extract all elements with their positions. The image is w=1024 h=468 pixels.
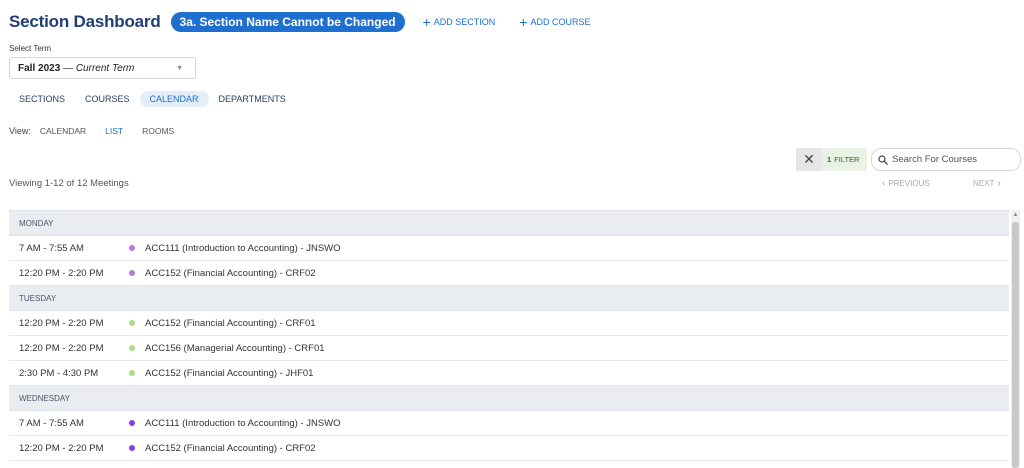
next-label: NEXT — [973, 179, 995, 188]
tab-sections[interactable]: SECTIONS — [9, 91, 75, 107]
meeting-time: 7 AM - 7:55 AM — [19, 242, 84, 254]
add-course-button[interactable]: + ADD COURSE — [519, 14, 591, 30]
color-dot-icon — [129, 445, 135, 451]
chevron-left-icon: ‹ — [882, 178, 886, 189]
meeting-row[interactable]: 12:20 PM - 2:20 PM ACC152 (Financial Acco… — [9, 311, 1009, 336]
day-header: TUESDAY — [9, 286, 1009, 311]
plus-icon: + — [422, 14, 431, 30]
meeting-course[interactable]: ACC152 (Financial Accounting) - CRF02 — [145, 268, 316, 279]
term-select[interactable]: Fall 2023 — Current Term ▼ — [9, 57, 196, 79]
meeting-row[interactable]: 12:20 PM - 2:20 PM ACC156 (Managerial Acc… — [9, 336, 1009, 361]
meeting-course[interactable]: ACC152 (Financial Accounting) - CRF02 — [145, 443, 316, 454]
term-current-suffix: — Current Term — [63, 62, 135, 74]
filter-label: 1 FILTER — [822, 155, 859, 164]
meeting-course[interactable]: ACC111 (Introduction to Accounting) - JN… — [145, 243, 341, 254]
term-selected-value: Fall 2023 — Current Term — [18, 63, 134, 74]
scroll-thumb[interactable] — [1012, 222, 1019, 468]
meeting-row[interactable]: 12:20 PM - 2:20 PM ACC152 (Financial Acco… — [9, 436, 1009, 461]
view-switcher: View: CALENDAR LIST ROOMS — [9, 125, 193, 137]
search-box[interactable] — [871, 148, 1021, 171]
meeting-course[interactable]: ACC111 (Introduction to Accounting) - JN… — [145, 418, 341, 429]
day-header: WEDNESDAY — [9, 386, 1009, 411]
chevron-right-icon: › — [997, 178, 1001, 189]
meeting-time: 12:20 PM - 2:20 PM — [19, 267, 104, 279]
tab-courses[interactable]: COURSES — [75, 91, 140, 107]
color-dot-icon — [129, 270, 135, 276]
meeting-row[interactable]: 12:20 PM - 2:20 PM ACC152 (Financial Acco… — [9, 261, 1009, 286]
search-icon — [878, 154, 888, 165]
meeting-time: 7 AM - 7:55 AM — [19, 417, 84, 429]
chevron-down-icon: ▼ — [176, 64, 183, 72]
page-header: Section Dashboard 3a. Section Name Canno… — [9, 10, 590, 34]
meeting-row[interactable]: 7 AM - 7:55 AM ACC111 (Introduction to Ac… — [9, 236, 1009, 261]
meeting-row[interactable]: 7 AM - 7:55 AM ACC111 (Introduction to Ac… — [9, 411, 1009, 436]
meeting-row[interactable]: 2:30 PM - 4:30 PM ACC152 (Financial Accou… — [9, 361, 1009, 386]
color-dot-icon — [129, 420, 135, 426]
meeting-course[interactable]: ACC152 (Financial Accounting) - CRF01 — [145, 318, 316, 329]
close-icon[interactable]: ✕ — [796, 148, 822, 171]
main-tabs: SECTIONS COURSES CALENDAR DEPARTMENTS — [9, 90, 296, 108]
add-course-label: ADD COURSE — [530, 17, 591, 27]
section-name-badge: 3a. Section Name Cannot be Changed — [170, 12, 405, 32]
meeting-time: 12:20 PM - 2:20 PM — [19, 317, 104, 329]
add-section-label: ADD SECTION — [433, 17, 496, 27]
view-option-rooms[interactable]: ROOMS — [142, 126, 174, 136]
next-page-button[interactable]: NEXT › — [973, 178, 1004, 189]
color-dot-icon — [129, 370, 135, 376]
add-section-button[interactable]: + ADD SECTION — [422, 14, 496, 30]
meeting-course[interactable]: ACC152 (Financial Accounting) - JHF01 — [145, 368, 313, 379]
filter-text: FILTER — [834, 155, 860, 164]
select-term-label: Select Term — [9, 44, 52, 53]
meeting-time: 12:20 PM - 2:20 PM — [19, 342, 104, 354]
meeting-time: 2:30 PM - 4:30 PM — [19, 367, 99, 379]
tab-calendar[interactable]: CALENDAR — [139, 91, 209, 107]
tab-departments[interactable]: DEPARTMENTS — [209, 91, 296, 107]
meeting-course[interactable]: ACC156 (Managerial Accounting) - CRF01 — [145, 343, 325, 354]
day-header: MONDAY — [9, 211, 1009, 236]
viewing-count: Viewing 1-12 of 12 Meetings — [9, 178, 129, 189]
search-input[interactable] — [892, 154, 1012, 165]
view-option-calendar[interactable]: CALENDAR — [40, 126, 86, 136]
term-name: Fall 2023 — [18, 62, 61, 74]
meeting-time: 12:20 PM - 2:20 PM — [19, 442, 104, 454]
view-label: View: — [9, 126, 31, 136]
color-dot-icon — [129, 245, 135, 251]
filter-chip[interactable]: ✕ 1 FILTER — [796, 148, 867, 171]
scroll-up-icon[interactable]: ▲ — [1011, 212, 1020, 218]
page-title: Section Dashboard — [9, 12, 161, 31]
previous-page-button[interactable]: ‹ PREVIOUS — [879, 178, 930, 189]
previous-label: PREVIOUS — [888, 179, 930, 188]
color-dot-icon — [129, 345, 135, 351]
color-dot-icon — [129, 320, 135, 326]
filter-count: 1 — [827, 155, 832, 164]
plus-icon: + — [519, 14, 528, 30]
view-option-list[interactable]: LIST — [105, 126, 123, 136]
list-scrollbar[interactable]: ▲ — [1011, 210, 1020, 468]
meetings-list: MONDAY 7 AM - 7:55 AM ACC111 (Introduction… — [9, 210, 1009, 468]
